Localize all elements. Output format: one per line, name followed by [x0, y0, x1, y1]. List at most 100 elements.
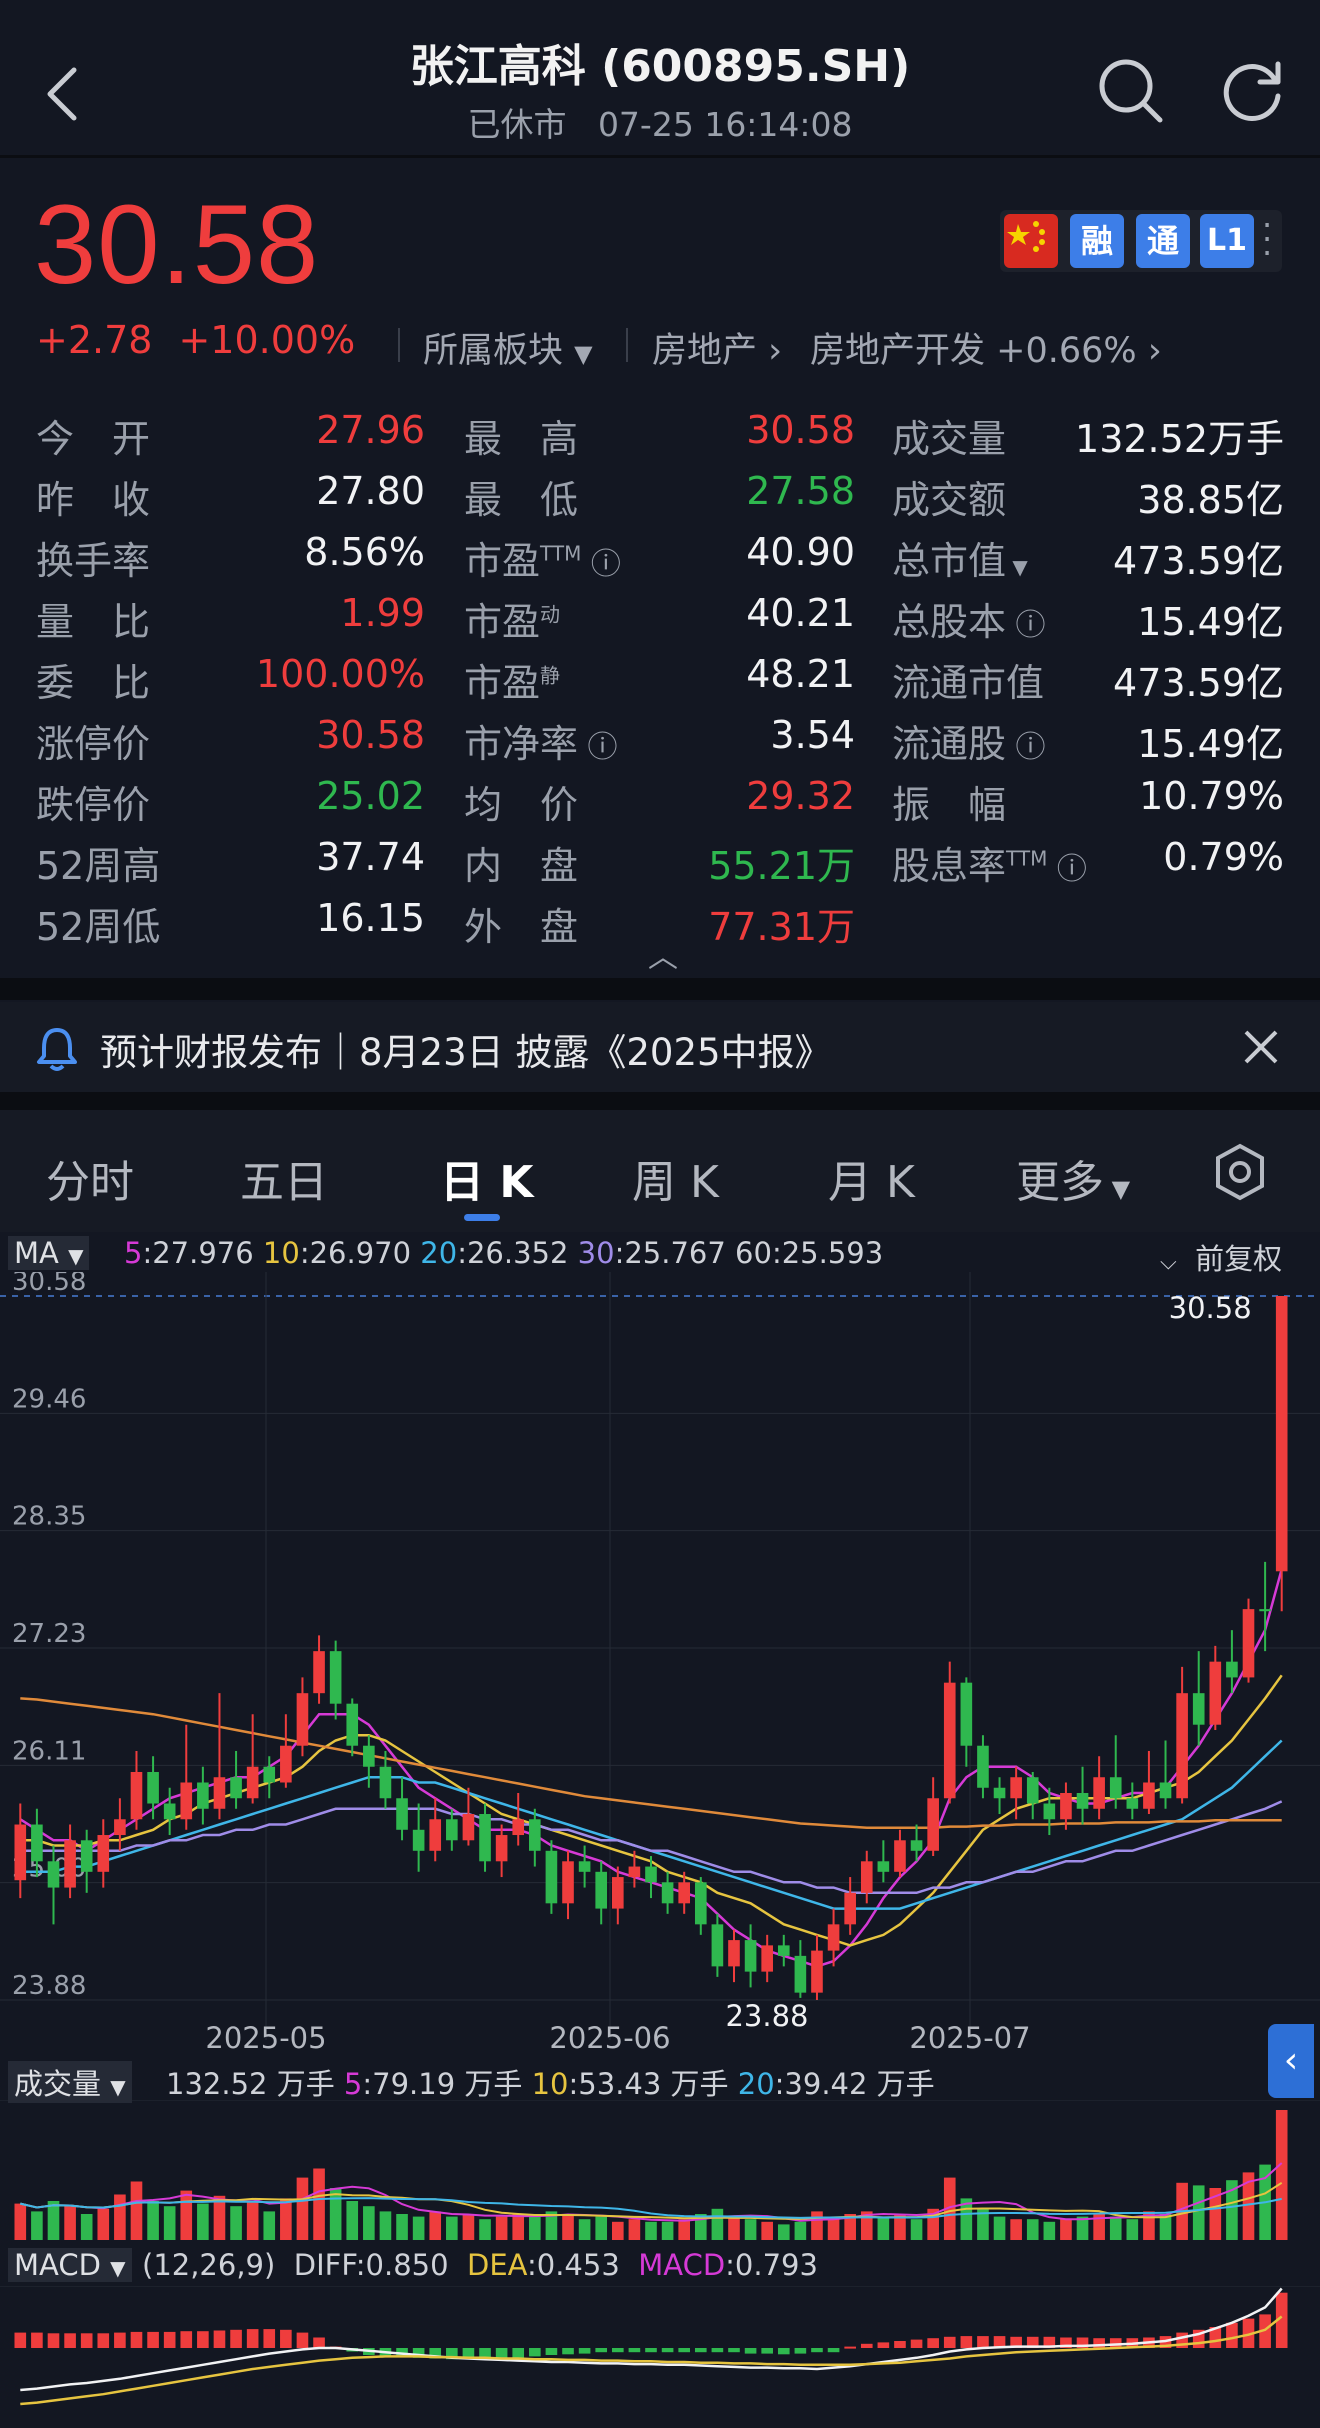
- caret-down-icon[interactable]: ▼: [1006, 555, 1027, 579]
- volume-bar: [479, 2219, 491, 2240]
- sector-link-development[interactable]: 房地产开发 +0.66% ›: [810, 322, 1162, 373]
- stat-value: 15.49亿: [1137, 600, 1284, 644]
- macd-bar: [313, 2337, 325, 2348]
- macd-bar: [529, 2348, 541, 2357]
- macd-bar: [180, 2331, 193, 2348]
- candle-body: [1275, 1296, 1288, 1572]
- stats-grid: 今 开 27.96 昨 收 27.80 换手率 8.56% 量 比 1.99 委 比 100.00…: [0, 398, 1320, 949]
- candle-body: [711, 1924, 724, 1967]
- macd-bar: [1226, 2322, 1238, 2348]
- candle-body: [495, 1835, 508, 1862]
- volume-bar: [628, 2219, 641, 2240]
- tab-five-day[interactable]: 五日: [240, 1146, 328, 1210]
- refresh-icon[interactable]: [1220, 56, 1290, 126]
- candle-body: [728, 1940, 740, 1967]
- tab-more[interactable]: 更多 ▼: [1016, 1146, 1130, 1210]
- header-bar: 张江高科 (600895.SH) 已休市 07-25 16:14:08: [0, 0, 1320, 160]
- candle-body: [645, 1866, 657, 1883]
- search-icon[interactable]: [1096, 56, 1166, 126]
- stat-label: 成交额: [892, 469, 1006, 524]
- stat-value: 27.96: [316, 408, 425, 452]
- earnings-notice[interactable]: 预计财报发布｜8月23日 披露《2025中报》: [0, 1002, 1320, 1092]
- high-label: 30.58: [1169, 1291, 1252, 1325]
- macd-selector[interactable]: MACD ▼: [8, 2248, 132, 2282]
- candle-body: [64, 1840, 76, 1888]
- stat-value: 48.21: [746, 652, 855, 696]
- legend-value: :79.19 万手: [362, 2067, 532, 2101]
- tab-monthly-k[interactable]: 月 K: [828, 1146, 915, 1210]
- candle-body: [446, 1819, 458, 1841]
- stat-label: 流通市值: [892, 652, 1044, 707]
- stat-label: 均 价: [464, 774, 578, 829]
- more-icon[interactable]: · · ·: [1262, 209, 1272, 269]
- macd-bar: [246, 2329, 259, 2348]
- macd-bar: [877, 2342, 890, 2348]
- info-icon[interactable]: ⓘ: [1006, 730, 1046, 765]
- connect-badge[interactable]: 通: [1136, 214, 1190, 268]
- stat-value: 473.59亿: [1113, 661, 1284, 705]
- stat-value: 30.58: [746, 408, 855, 452]
- chevron-right-icon: ›: [1147, 331, 1162, 371]
- candle-body: [927, 1798, 939, 1851]
- stat-label-text: 股息率: [892, 844, 1007, 888]
- tab-weekly-k[interactable]: 周 K: [632, 1146, 719, 1210]
- expand-panel-icon[interactable]: ‹: [1268, 2024, 1314, 2098]
- y-tick-label: 23.88: [12, 1971, 86, 2001]
- volume-bar: [296, 2177, 309, 2240]
- macd-bar: [827, 2348, 840, 2353]
- volume-bar: [1275, 2110, 1288, 2240]
- ma-selector[interactable]: MA ▼: [8, 1236, 90, 1270]
- close-icon[interactable]: [1242, 1028, 1280, 1066]
- candle-body: [777, 1945, 790, 1956]
- stat-label: 市净率 ⓘ: [464, 713, 618, 768]
- volume-bar: [661, 2221, 674, 2240]
- volume-selector[interactable]: 成交量 ▼: [8, 2061, 132, 2103]
- macd-bar: [197, 2331, 209, 2348]
- stat-value: 30.58: [316, 713, 425, 757]
- tab-daily-k[interactable]: 日 K: [440, 1146, 533, 1210]
- macd-bar: [296, 2332, 309, 2348]
- volume-bar: [611, 2221, 624, 2240]
- candlestick-chart[interactable]: 30.5829.4628.3527.2326.1125.0023.882025-…: [0, 1272, 1320, 2052]
- info-icon[interactable]: ⓘ: [1047, 852, 1087, 887]
- candle-body: [960, 1682, 973, 1746]
- stat-value: 10.79%: [1139, 774, 1284, 818]
- diff-label: DIFF: [293, 2248, 356, 2282]
- candle-body: [761, 1945, 773, 1972]
- stat-label: 最 低: [464, 469, 578, 524]
- macd-bar: [960, 2336, 973, 2348]
- sector-link-realestate[interactable]: 房地产 ›: [652, 322, 782, 373]
- settings-icon[interactable]: [1212, 1142, 1268, 1202]
- candle-body: [329, 1651, 342, 1704]
- legend-key: 60: [735, 1236, 772, 1270]
- sector-dropdown[interactable]: 所属板块 ▼: [423, 322, 593, 373]
- stat-value: 100.00%: [255, 652, 425, 696]
- diff-line: [20, 2287, 1283, 2392]
- volume-bar: [678, 2219, 691, 2240]
- candle-body: [1176, 1693, 1188, 1799]
- info-icon[interactable]: ⓘ: [578, 730, 618, 765]
- ma60-line: [20, 1697, 1282, 1829]
- volume-bar: [429, 2211, 442, 2240]
- caret-down-icon: ▼: [110, 2256, 126, 2280]
- section-divider: [0, 978, 1320, 1000]
- macd-bar: [678, 2348, 691, 2353]
- volume-values: 132.52 万手 5:79.19 万手 10:53.43 万手 20:39.4…: [166, 2061, 935, 2103]
- tab-intraday[interactable]: 分时: [46, 1146, 134, 1210]
- volume-bar: [877, 2216, 890, 2240]
- volume-bar: [263, 2211, 276, 2240]
- candle-body: [1259, 1609, 1271, 1612]
- stat-value: 55.21万: [708, 844, 855, 888]
- stat-value: 29.32: [746, 774, 855, 818]
- margin-badge[interactable]: 融: [1070, 214, 1124, 268]
- macd-bar: [977, 2336, 989, 2348]
- info-icon[interactable]: ⓘ: [581, 547, 621, 582]
- stat-label-text: 最 高: [464, 417, 579, 461]
- level1-badge[interactable]: L1: [1200, 214, 1254, 268]
- info-icon[interactable]: ⓘ: [1006, 608, 1046, 643]
- stat-value: 3.54: [770, 713, 855, 757]
- volume-bar: [1010, 2219, 1022, 2240]
- collapse-icon[interactable]: ︿: [648, 932, 678, 976]
- legend-value: :25.593: [771, 1236, 884, 1270]
- macd-bar: [280, 2329, 292, 2348]
